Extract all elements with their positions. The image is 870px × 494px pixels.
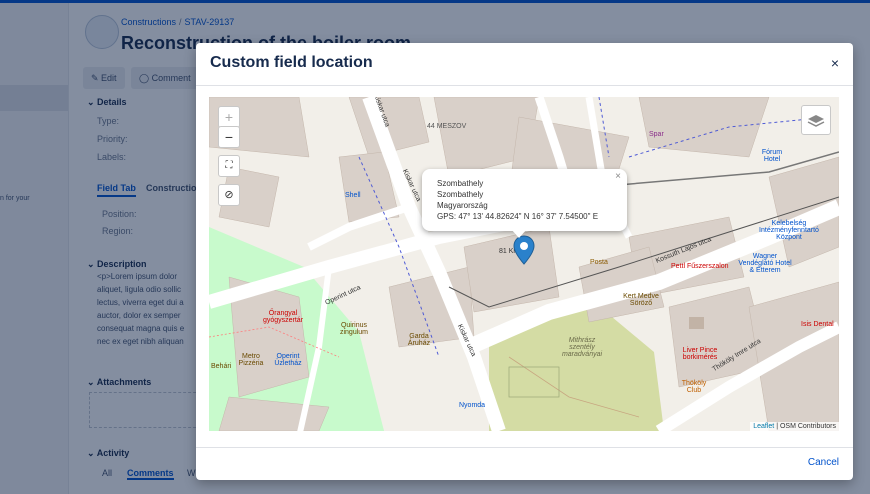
layers-glyph (807, 115, 825, 127)
popup-county: Szombathely (437, 190, 484, 199)
map-label: Kelebelség Intézményfenntartó Központ (759, 220, 819, 241)
map-label: Posta (590, 259, 608, 266)
map-label: Garda Áruház (407, 333, 431, 347)
map-label: Wagner Vendéglátó Hotel & Étterem (738, 253, 792, 274)
popup-close-icon[interactable]: × (615, 171, 621, 182)
map-label: Operint Üzletház (274, 353, 302, 367)
popup-city: Szombathely (437, 179, 484, 188)
popup-content: Szombathely Szombathely Magyarország GPS… (437, 178, 598, 222)
location-popup: × Szombathely Szombathely Magyarország G… (422, 169, 627, 231)
map-label: Nyomda (459, 402, 486, 409)
location-marker-icon[interactable] (513, 235, 535, 265)
cancel-button[interactable]: Cancel (808, 457, 839, 468)
map-label: Őrangyal gyógyszertár (262, 310, 304, 324)
map-label: Metro Pizzéria (238, 353, 264, 367)
map-label: Thököly Club (681, 380, 707, 394)
popup-country: Magyarország (437, 201, 488, 210)
map-label: Kert Medve Söröző (623, 293, 659, 307)
zoom-out-button[interactable]: − (218, 126, 240, 148)
map-view[interactable]: + − ⛶ ⊘ 44 MESZOV Kiskar utca Kiskar utc… (209, 97, 839, 431)
zoom-in-button[interactable]: + (218, 106, 240, 128)
locate-icon[interactable]: ⊘ (218, 184, 240, 206)
layers-icon[interactable] (801, 105, 831, 135)
map-label: Shell (345, 192, 361, 199)
location-dialog: Custom field location × + − ⛶ ⊘ 44 MESZO… (196, 43, 853, 480)
attribution-text: | OSM Contributors (774, 423, 836, 430)
dialog-title: Custom field location (210, 54, 373, 71)
fullscreen-icon[interactable]: ⛶ (218, 155, 240, 177)
map-attribution: Leaflet | OSM Contributors (750, 422, 839, 431)
map-label: Quirinus zingulum (339, 322, 368, 336)
map-label: Mithrász szentély maradványai (561, 337, 603, 358)
close-icon[interactable]: × (831, 55, 839, 71)
map-label: Pettl Fűszerszalon (671, 263, 729, 270)
map-label: Fórum Hotel (761, 149, 783, 163)
divider (196, 447, 853, 448)
map-label: Liver Pince borkimérés (682, 347, 718, 361)
leaflet-link[interactable]: Leaflet (753, 423, 774, 430)
map-label: Behári (211, 363, 232, 370)
map-label: Spar (649, 131, 664, 138)
map-label: 44 MESZOV (427, 123, 467, 130)
popup-gps: GPS: 47° 13' 44.82624" N 16° 37' 7.54500… (437, 212, 599, 221)
map-label: Isis Dental (801, 321, 834, 328)
popup-tip (511, 229, 527, 238)
divider (196, 85, 853, 86)
